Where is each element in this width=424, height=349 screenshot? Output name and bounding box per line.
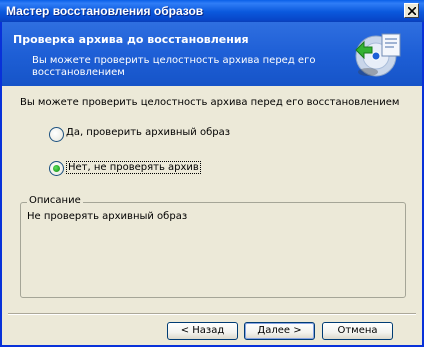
wizard-header: Проверка архива до восстановления Вы мож…	[2, 22, 422, 86]
description-text: Не проверять архивный образ	[27, 211, 188, 222]
title-bar[interactable]: Мастер восстановления образов	[0, 0, 424, 22]
option-skip-verify-label[interactable]: Нет, не проверять архив	[66, 161, 201, 174]
cancel-button[interactable]: Отмена	[322, 322, 393, 340]
radio-skip-verify[interactable]	[49, 161, 64, 176]
footer-separator	[8, 313, 416, 315]
back-button[interactable]: < Назад	[167, 322, 238, 340]
wizard-window: Мастер восстановления образов Проверка а…	[0, 0, 424, 347]
header-description: Вы можете проверить целостность архива п…	[32, 55, 316, 78]
next-button[interactable]: Далее >	[244, 322, 315, 340]
close-button[interactable]	[404, 3, 419, 18]
close-icon	[408, 7, 416, 15]
restore-wizard-icon	[355, 33, 401, 77]
description-group-label: Описание	[27, 195, 83, 206]
radio-selected-dot	[53, 165, 60, 172]
radio-verify[interactable]	[49, 127, 64, 142]
window-title: Мастер восстановления образов	[6, 4, 204, 18]
option-verify-label[interactable]: Да, проверить архивный образ	[66, 127, 230, 138]
intro-text: Вы можете проверить целостность архива п…	[20, 97, 400, 108]
description-group: Описание Не проверять архивный образ	[20, 195, 406, 298]
header-title: Проверка архива до восстановления	[13, 33, 249, 46]
